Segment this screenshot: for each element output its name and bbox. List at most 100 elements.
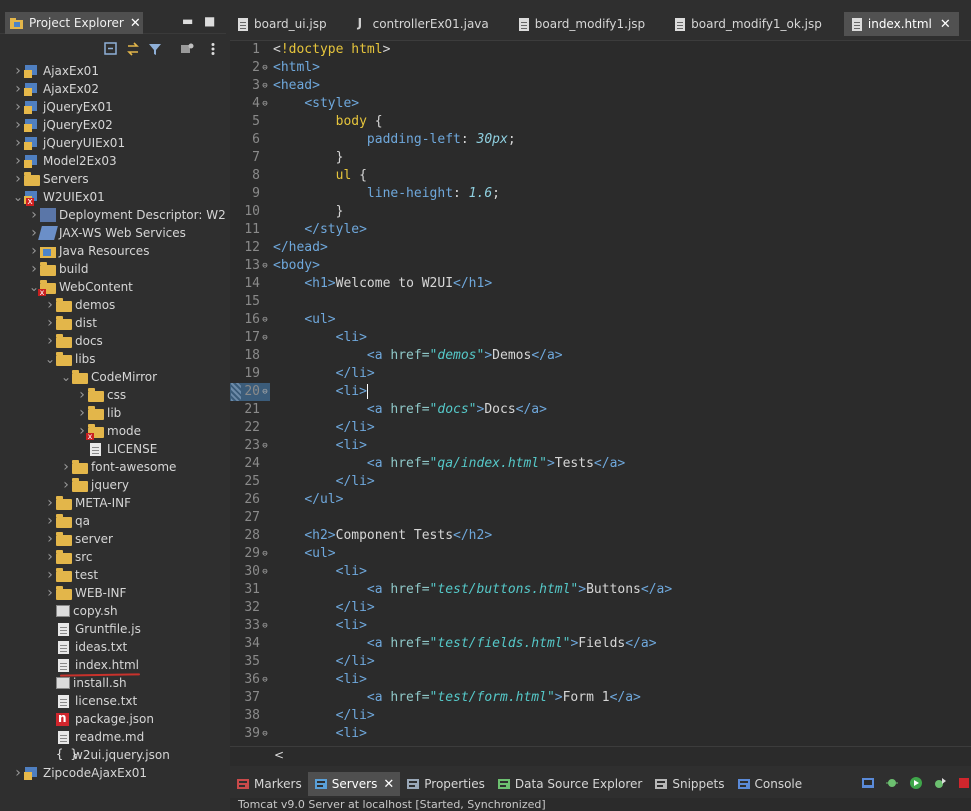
collapsed-chevron-icon[interactable]: ›	[12, 171, 24, 187]
code-line[interactable]: 23 ⊖ <li>	[230, 437, 971, 455]
collapsed-chevron-icon[interactable]: ›	[44, 549, 56, 565]
tree-item[interactable]: › AjaxEx01	[0, 62, 226, 80]
collapsed-chevron-icon[interactable]: ›	[44, 315, 56, 331]
close-icon[interactable]: ✕	[940, 17, 951, 32]
tree-item[interactable]: › dist	[0, 314, 226, 332]
tree-item[interactable]: Gruntfile.js	[0, 620, 226, 638]
horizontal-scrollbar[interactable]: <	[230, 746, 971, 766]
collapsed-chevron-icon[interactable]: ›	[28, 207, 40, 223]
collapsed-chevron-icon[interactable]: ›	[76, 405, 88, 421]
code-line[interactable]: 9 line-height: 1.6;	[230, 185, 971, 203]
code-line[interactable]: 39 ⊖ <li>	[230, 725, 971, 743]
code-line[interactable]: 7 }	[230, 149, 971, 167]
expanded-chevron-icon[interactable]: ⌄	[60, 371, 72, 383]
fold-toggle-icon[interactable]: ⊖	[260, 671, 270, 689]
collapsed-chevron-icon[interactable]: ›	[12, 153, 24, 169]
tree-item[interactable]: › qa	[0, 512, 226, 530]
collapsed-chevron-icon[interactable]: ›	[60, 459, 72, 475]
code-line[interactable]: 38 </li>	[230, 707, 971, 725]
fold-toggle-icon[interactable]: ⊖	[260, 329, 270, 347]
code-line[interactable]: 22 </li>	[230, 419, 971, 437]
code-line[interactable]: 4 ⊖ <style>	[230, 95, 971, 113]
bottom-tab[interactable]: Servers ✕	[307, 772, 401, 796]
code-line[interactable]: 34 <a href="test/fields.html">Fields</a>	[230, 635, 971, 653]
collapsed-chevron-icon[interactable]: ›	[44, 333, 56, 349]
collapsed-chevron-icon[interactable]: ›	[12, 117, 24, 133]
tree-item[interactable]: ⌄ libs	[0, 350, 226, 368]
scroll-left-icon[interactable]: <	[274, 748, 284, 762]
fold-toggle-icon[interactable]: ⊖	[260, 725, 270, 743]
tree-item[interactable]: package.json	[0, 710, 226, 728]
code-line[interactable]: 12 </head>	[230, 239, 971, 257]
code-line[interactable]: 29 ⊖ <ul>	[230, 545, 971, 563]
collapsed-chevron-icon[interactable]: ›	[60, 477, 72, 493]
editor-tab[interactable]: board_modify1_ok.jsp	[667, 12, 830, 36]
editor-tab[interactable]: index.html ✕	[843, 12, 959, 36]
tree-item[interactable]: ⌄ W2UIEx01	[0, 188, 226, 206]
code-line[interactable]: 10 }	[230, 203, 971, 221]
code-line[interactable]: 28 <h2>Component Tests</h2>	[230, 527, 971, 545]
fold-toggle-icon[interactable]: ⊖	[260, 563, 270, 581]
project-explorer-tab[interactable]: Project Explorer ✕	[5, 12, 143, 34]
tree-item[interactable]: › Java Resources	[0, 242, 226, 260]
tree-item[interactable]: › jQueryUIEx01	[0, 134, 226, 152]
tree-item[interactable]: › META-INF	[0, 494, 226, 512]
tree-item[interactable]: › Model2Ex03	[0, 152, 226, 170]
code-line[interactable]: 27	[230, 509, 971, 527]
fold-toggle-icon[interactable]: ⊖	[260, 95, 270, 113]
tree-item[interactable]: index.html	[0, 656, 226, 674]
tree-item[interactable]: › WEB-INF	[0, 584, 226, 602]
code-line[interactable]: 11 </style>	[230, 221, 971, 239]
tree-item[interactable]: › JAX-WS Web Services	[0, 224, 226, 242]
collapsed-chevron-icon[interactable]: ›	[12, 63, 24, 79]
stop-server-icon[interactable]	[957, 776, 971, 790]
code-line[interactable]: 35 </li>	[230, 653, 971, 671]
code-line[interactable]: 5 body {	[230, 113, 971, 131]
tree-item[interactable]: › server	[0, 530, 226, 548]
tree-item[interactable]: › ZipcodeAjaxEx01	[0, 764, 226, 782]
tree-item[interactable]: readme.md	[0, 728, 226, 746]
tree-item[interactable]: ›mode	[0, 422, 226, 440]
fold-toggle-icon[interactable]: ⊖	[260, 545, 270, 563]
profile-server-icon[interactable]	[933, 776, 947, 790]
expanded-chevron-icon[interactable]: ⌄	[44, 353, 56, 365]
code-line[interactable]: 18 <a href="demos">Demos</a>	[230, 347, 971, 365]
filter-icon[interactable]	[148, 42, 162, 56]
collapsed-chevron-icon[interactable]: ›	[76, 387, 88, 403]
servers-list[interactable]: Tomcat v9.0 Server at localhost [Started…	[230, 798, 971, 811]
collapsed-chevron-icon[interactable]: ›	[44, 567, 56, 583]
bottom-tab[interactable]: Snippets	[648, 772, 730, 796]
editor-tab[interactable]: board_modify1.jsp	[511, 12, 653, 36]
code-line[interactable]: 37 <a href="test/form.html">Form 1</a>	[230, 689, 971, 707]
tree-item[interactable]: › src	[0, 548, 226, 566]
code-line[interactable]: 3 ⊖ <head>	[230, 77, 971, 95]
collapsed-chevron-icon[interactable]: ›	[12, 99, 24, 115]
code-line[interactable]: 1 <!doctype html>	[230, 41, 971, 59]
tree-item[interactable]: › Deployment Descriptor: W2U	[0, 206, 226, 224]
tree-item[interactable]: { } w2ui.jquery.json	[0, 746, 226, 764]
code-line[interactable]: 15	[230, 293, 971, 311]
fold-toggle-icon[interactable]: ⊖	[260, 77, 270, 95]
code-line[interactable]: 16 ⊖ <ul>	[230, 311, 971, 329]
code-line[interactable]: 32 </li>	[230, 599, 971, 617]
tree-item[interactable]: › AjaxEx02	[0, 80, 226, 98]
fold-toggle-icon[interactable]: ⊖	[260, 383, 270, 401]
server-row[interactable]: Tomcat v9.0 Server at localhost [Started…	[238, 798, 546, 811]
collapsed-chevron-icon[interactable]: ›	[28, 243, 40, 259]
code-line[interactable]: 17 ⊖ <li>	[230, 329, 971, 347]
code-line[interactable]: 6 padding-left: 30px;	[230, 131, 971, 149]
start-server-icon[interactable]	[909, 776, 923, 790]
collapsed-chevron-icon[interactable]: ›	[44, 585, 56, 601]
link-with-editor-icon[interactable]	[126, 42, 140, 56]
maximize-icon[interactable]: ■	[204, 14, 215, 28]
tree-item[interactable]: › jQueryEx01	[0, 98, 226, 116]
tree-item[interactable]: › font-awesome	[0, 458, 226, 476]
collapsed-chevron-icon[interactable]: ›	[28, 261, 40, 277]
code-line[interactable]: 26 </ul>	[230, 491, 971, 509]
collapsed-chevron-icon[interactable]: ›	[44, 297, 56, 313]
focus-icon[interactable]	[180, 42, 194, 56]
tree-item[interactable]: ⌄WebContent	[0, 278, 226, 296]
tree-item[interactable]: › test	[0, 566, 226, 584]
fold-toggle-icon[interactable]: ⊖	[260, 437, 270, 455]
code-line[interactable]: 24 <a href="qa/index.html">Tests</a>	[230, 455, 971, 473]
